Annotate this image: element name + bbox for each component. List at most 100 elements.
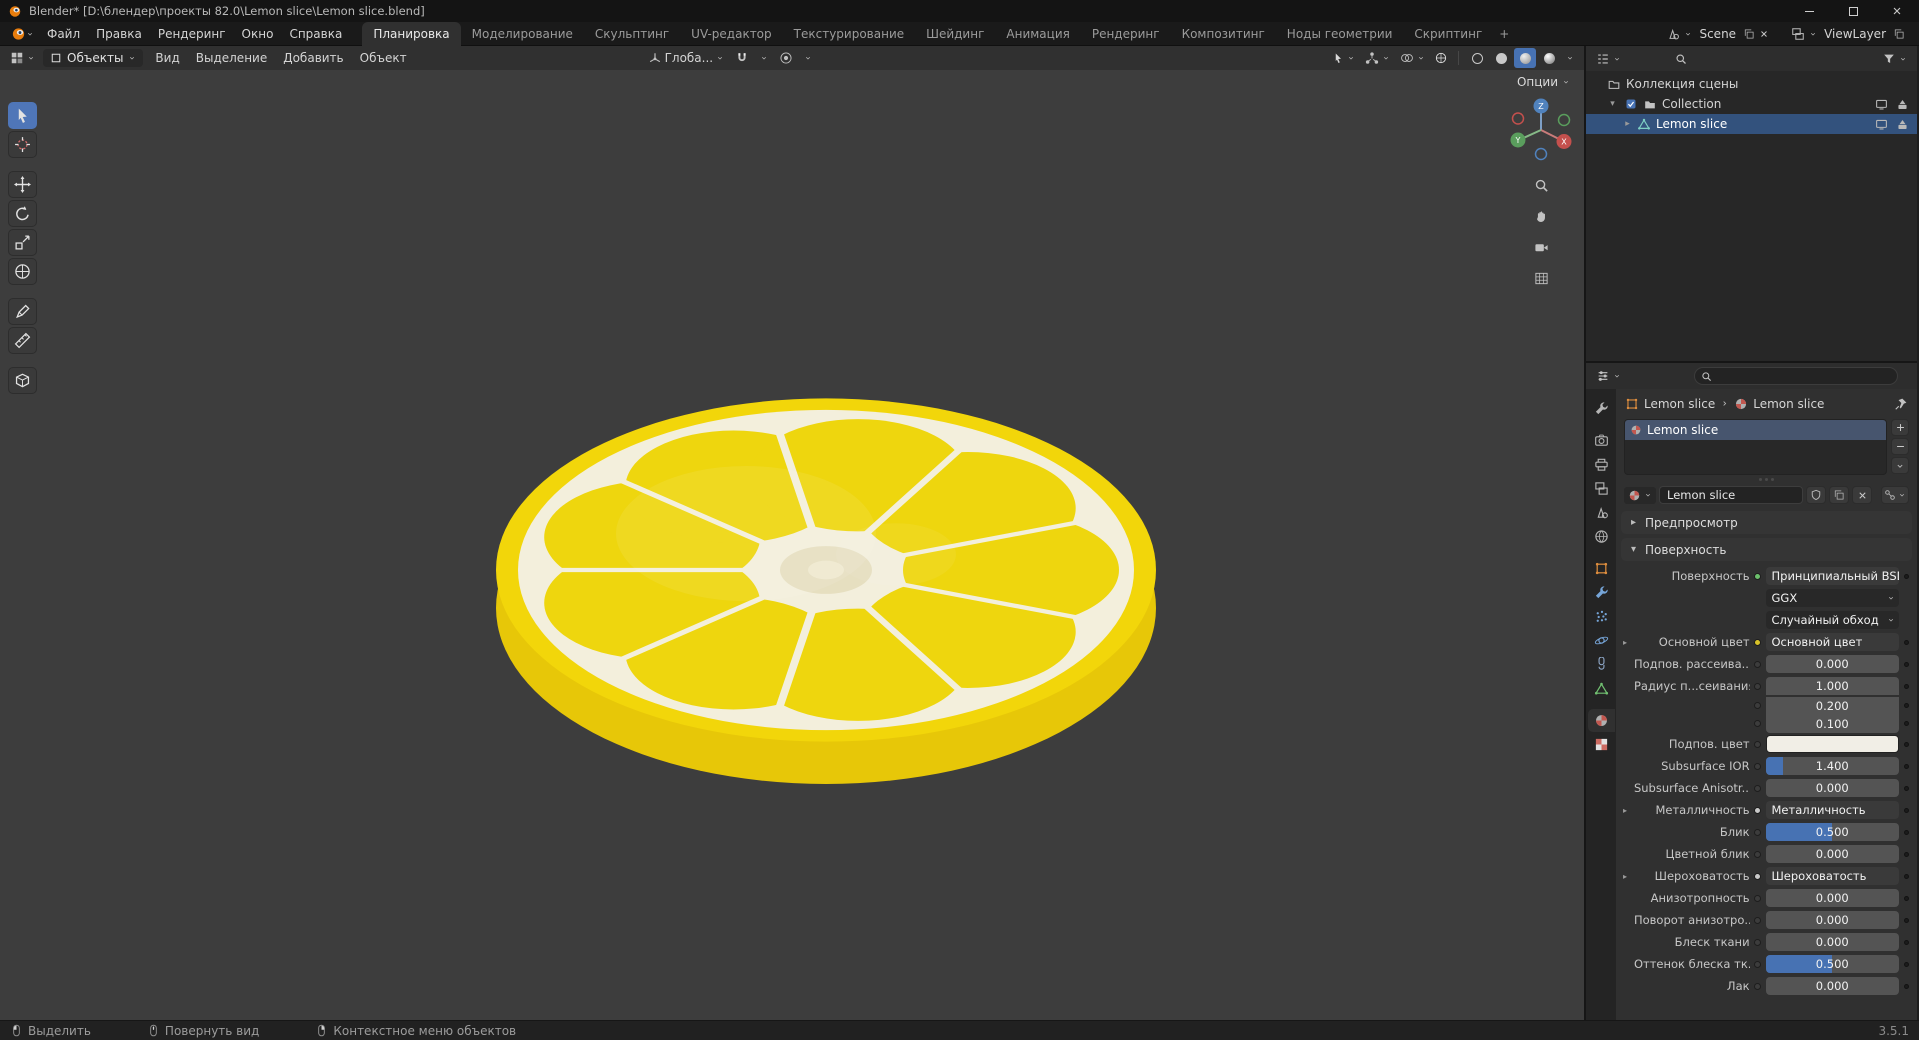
snap-toggle-button[interactable] xyxy=(731,49,753,67)
shader-field[interactable]: Принципиальный BSDF xyxy=(1765,567,1900,585)
keyframe-dot[interactable] xyxy=(1903,741,1909,747)
properties-tab-texture[interactable] xyxy=(1588,733,1615,756)
cursor-tool-button[interactable] xyxy=(8,131,37,158)
workspace-tab[interactable]: Ноды геометрии xyxy=(1276,22,1404,46)
fake-user-toggle[interactable] xyxy=(1806,486,1826,504)
properties-tab-particles[interactable] xyxy=(1588,605,1615,628)
add-cube-tool-button[interactable] xyxy=(8,367,37,394)
maximize-button[interactable] xyxy=(1831,0,1875,22)
properties-search-input[interactable] xyxy=(1694,367,1898,385)
disclosure-arrow[interactable]: ▾ xyxy=(1607,99,1618,109)
slider-field[interactable]: 0.500 xyxy=(1765,823,1900,841)
surface-panel-header[interactable]: ▾ Поверхность xyxy=(1621,538,1912,561)
keyframe-dot[interactable] xyxy=(1903,829,1909,835)
keyframe-dot[interactable] xyxy=(1903,917,1909,923)
viewport-menu-item[interactable]: Вид xyxy=(147,48,187,68)
zoom-button[interactable] xyxy=(1529,173,1553,197)
properties-tab-material[interactable] xyxy=(1587,709,1615,732)
shading-settings-dropdown[interactable] xyxy=(1562,52,1578,64)
disclosure-arrow[interactable]: ▸ xyxy=(1622,119,1633,129)
selectability-dropdown[interactable] xyxy=(1328,50,1359,66)
viewport-canvas[interactable]: Опции Z X Y xyxy=(0,70,1584,1020)
scale-tool-button[interactable] xyxy=(8,229,37,256)
transform-tool-button[interactable] xyxy=(8,258,37,285)
dropdown-field[interactable]: GGX xyxy=(1765,589,1900,607)
number-field[interactable]: 0.000 xyxy=(1765,977,1900,995)
keyframe-dot[interactable] xyxy=(1903,573,1909,579)
scene-selector[interactable]: Scene xyxy=(1696,27,1739,41)
viewport-options-dropdown[interactable]: Опции xyxy=(1517,75,1570,89)
toggle-camera-obj[interactable] xyxy=(1894,118,1911,131)
number-field[interactable]: 0.000 xyxy=(1765,655,1900,673)
navigation-gizmo[interactable]: Z X Y xyxy=(1506,94,1576,166)
workspace-tab[interactable]: UV-редактор xyxy=(680,22,782,46)
breadcrumb-object[interactable]: Lemon slice xyxy=(1644,397,1715,411)
keyframe-dot[interactable] xyxy=(1903,895,1909,901)
properties-tab-data[interactable] xyxy=(1588,677,1615,700)
close-button[interactable] xyxy=(1875,0,1919,22)
outliner-row[interactable]: Коллекция сцены xyxy=(1586,74,1917,94)
workspace-tab[interactable]: Текстурирование xyxy=(783,22,915,46)
use-nodes-button[interactable] xyxy=(1881,486,1909,504)
workspace-tab[interactable]: Шейдинг xyxy=(915,22,995,46)
new-scene-icon[interactable] xyxy=(1743,28,1755,40)
keyframe-dot[interactable] xyxy=(1903,683,1909,689)
shading-rendered-button[interactable] xyxy=(1538,48,1560,68)
show-gizmo-button[interactable] xyxy=(1361,49,1394,67)
new-viewlayer-icon[interactable] xyxy=(1893,28,1905,40)
remove-material-slot-button[interactable] xyxy=(1891,438,1909,455)
orientation-dropdown[interactable]: Глоба... xyxy=(644,49,729,67)
menubar-item[interactable]: Правка xyxy=(88,24,150,44)
annotate-tool-button[interactable] xyxy=(8,298,37,325)
new-material-button[interactable] xyxy=(1829,486,1849,504)
properties-tab-output[interactable] xyxy=(1588,453,1615,476)
number-field[interactable]: 0.000 xyxy=(1765,779,1900,797)
outliner-row[interactable]: ▾ Collection xyxy=(1586,94,1917,114)
workspace-tab[interactable]: Рендеринг xyxy=(1081,22,1171,46)
material-specials-button[interactable] xyxy=(1891,457,1909,474)
toggle-monitor[interactable] xyxy=(1873,118,1890,131)
proportional-edit-button[interactable] xyxy=(775,49,797,67)
keyframe-dot[interactable] xyxy=(1903,939,1909,945)
number-field[interactable]: 0.100 xyxy=(1765,714,1900,733)
mode-dropdown[interactable]: Объекты xyxy=(43,49,144,67)
material-slot-list[interactable]: Lemon slice xyxy=(1624,419,1887,475)
unlink-material-button[interactable] xyxy=(1852,486,1872,504)
proportional-falloff-dropdown[interactable] xyxy=(800,52,816,64)
properties-tab-object[interactable] xyxy=(1588,557,1615,580)
keyframe-dot[interactable] xyxy=(1903,983,1909,989)
slider-field[interactable]: 0.500 xyxy=(1765,955,1900,973)
menubar-item[interactable]: Файл xyxy=(39,24,88,44)
editor-type-button[interactable] xyxy=(6,49,39,67)
shading-solid-button[interactable] xyxy=(1490,48,1512,68)
dropdown-field[interactable]: Случайный обход xyxy=(1765,611,1900,629)
link-field[interactable]: Основной цвет xyxy=(1765,633,1900,651)
color-swatch[interactable] xyxy=(1765,735,1900,753)
outliner-row[interactable]: ▸ Lemon slice xyxy=(1586,114,1917,134)
unlink-scene-icon[interactable] xyxy=(1759,29,1769,39)
menubar-item[interactable]: Справка xyxy=(281,24,350,44)
properties-tab-modifiers[interactable] xyxy=(1588,581,1615,604)
workspace-tab[interactable]: Планировка xyxy=(362,21,461,46)
material-name-field[interactable]: Lemon slice xyxy=(1659,486,1803,504)
link-field[interactable]: Металличность xyxy=(1765,801,1900,819)
material-slot[interactable]: Lemon slice xyxy=(1625,420,1886,440)
properties-editor-type-button[interactable] xyxy=(1592,367,1625,385)
properties-tab-scene[interactable] xyxy=(1588,501,1615,524)
menubar-item[interactable]: Рендеринг xyxy=(150,24,234,44)
scene-browse-icon[interactable] xyxy=(1684,30,1692,38)
snap-settings-dropdown[interactable] xyxy=(756,52,772,64)
pin-icon[interactable] xyxy=(1894,397,1908,411)
number-field[interactable]: 0.000 xyxy=(1765,845,1900,863)
properties-tab-constraints[interactable] xyxy=(1588,653,1615,676)
show-overlays-button[interactable] xyxy=(1396,49,1429,67)
properties-tab-world[interactable] xyxy=(1588,525,1615,548)
select-box-tool-button[interactable] xyxy=(8,102,37,129)
properties-tab-render[interactable] xyxy=(1588,429,1615,452)
toggle-camera-obj[interactable] xyxy=(1894,98,1911,111)
workspace-tab[interactable]: Композитинг xyxy=(1171,22,1276,46)
ortho-toggle-button[interactable] xyxy=(1529,266,1553,290)
keyframe-dot[interactable] xyxy=(1903,763,1909,769)
viewport-menu-item[interactable]: Выделение xyxy=(188,48,275,68)
add-workspace-button[interactable]: + xyxy=(1493,27,1515,41)
